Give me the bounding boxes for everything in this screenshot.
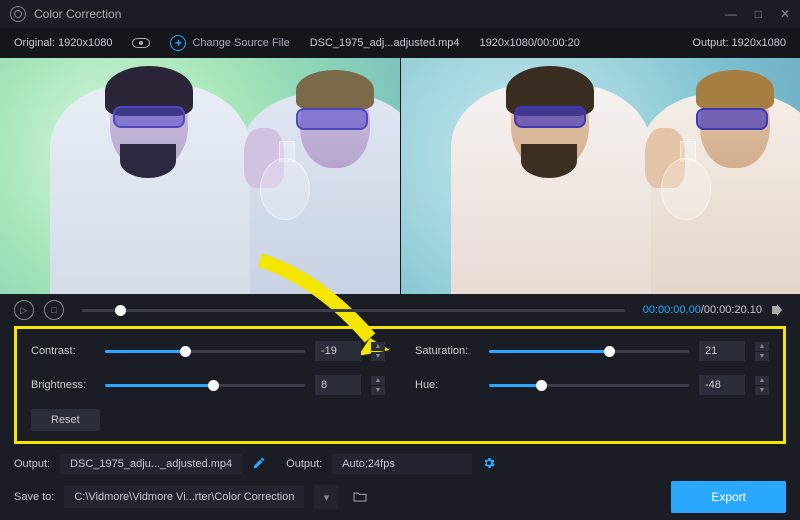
window-title: Color Correction — [34, 7, 121, 21]
saturation-value[interactable]: 21 — [699, 341, 745, 361]
contrast-down[interactable]: ▼ — [371, 352, 385, 361]
source-dims-duration: 1920x1080/00:00:20 — [480, 37, 580, 49]
reset-button[interactable]: Reset — [31, 409, 100, 431]
hue-down[interactable]: ▼ — [755, 386, 769, 395]
output-settings-icon[interactable] — [482, 456, 496, 473]
saturation-up[interactable]: ▲ — [755, 342, 769, 351]
info-bar: Original: 1920x1080 + Change Source File… — [0, 28, 800, 58]
contrast-up[interactable]: ▲ — [371, 342, 385, 351]
edit-filename-icon[interactable] — [252, 456, 266, 473]
brightness-slider[interactable] — [105, 384, 305, 387]
reset-row: Reset — [31, 409, 769, 431]
preview-adjusted — [400, 58, 800, 294]
transport-bar: ▷ □ 00:00:00.00/00:00:20.10 — [0, 294, 800, 326]
brightness-value[interactable]: 8 — [315, 375, 361, 395]
color-controls-panel: Contrast: -19 ▲▼ Saturation: 21 ▲▼ Brigh… — [14, 326, 786, 444]
saturation-label: Saturation: — [415, 345, 479, 357]
window-controls: — □ ✕ — [725, 7, 790, 21]
hue-label: Hue: — [415, 379, 479, 391]
app-logo-icon — [10, 6, 26, 22]
output-filename: DSC_1975_adju..._adjusted.mp4 — [60, 454, 242, 474]
play-button[interactable]: ▷ — [14, 300, 34, 320]
change-source-label: Change Source File — [192, 37, 289, 49]
timeline-slider[interactable] — [82, 309, 625, 312]
contrast-value[interactable]: -19 — [315, 341, 361, 361]
source-filename: DSC_1975_adj...adjusted.mp4 — [310, 37, 460, 49]
save-row: Save to: C:\Vidmore\Vidmore Vi...rter\Co… — [0, 478, 800, 516]
original-resolution-label: Original: 1920x1080 — [14, 37, 112, 49]
saturation-slider[interactable] — [489, 350, 689, 353]
maximize-button[interactable]: □ — [755, 7, 762, 21]
open-folder-icon[interactable] — [348, 485, 372, 509]
hue-row: Hue: -48 ▲▼ — [415, 375, 769, 395]
hue-value[interactable]: -48 — [699, 375, 745, 395]
minimize-button[interactable]: — — [725, 7, 737, 21]
saturation-row: Saturation: 21 ▲▼ — [415, 341, 769, 361]
titlebar: Color Correction — □ ✕ — [0, 0, 800, 28]
preview-area — [0, 58, 800, 294]
brightness-row: Brightness: 8 ▲▼ — [31, 375, 385, 395]
save-path-dropdown[interactable]: ▾ — [314, 485, 338, 509]
stop-button[interactable]: □ — [44, 300, 64, 320]
change-source-button[interactable]: + Change Source File — [170, 35, 289, 51]
timecode-total: /00:00:20.10 — [701, 304, 762, 316]
output-file-label: Output: — [14, 458, 50, 470]
brightness-up[interactable]: ▲ — [371, 376, 385, 385]
output-format-label: Output: — [286, 458, 322, 470]
brightness-down[interactable]: ▼ — [371, 386, 385, 395]
export-button[interactable]: Export — [671, 481, 786, 513]
close-button[interactable]: ✕ — [780, 7, 790, 21]
brightness-label: Brightness: — [31, 379, 95, 391]
plus-icon: + — [170, 35, 186, 51]
contrast-row: Contrast: -19 ▲▼ — [31, 341, 385, 361]
volume-icon[interactable] — [772, 303, 786, 317]
output-format: Auto;24fps — [332, 454, 472, 474]
save-to-label: Save to: — [14, 491, 54, 503]
contrast-label: Contrast: — [31, 345, 95, 357]
timeline-knob[interactable] — [115, 305, 126, 316]
output-row: Output: DSC_1975_adju..._adjusted.mp4 Ou… — [0, 450, 800, 478]
save-path: C:\Vidmore\Vidmore Vi...rter\Color Corre… — [64, 486, 304, 508]
output-resolution-label: Output: 1920x1080 — [692, 37, 786, 49]
timecode: 00:00:00.00/00:00:20.10 — [643, 304, 762, 316]
hue-slider[interactable] — [489, 384, 689, 387]
hue-up[interactable]: ▲ — [755, 376, 769, 385]
timecode-current: 00:00:00.00 — [643, 304, 701, 316]
saturation-down[interactable]: ▼ — [755, 352, 769, 361]
contrast-slider[interactable] — [105, 350, 305, 353]
preview-original — [0, 58, 400, 294]
preview-toggle-icon[interactable] — [132, 38, 150, 48]
